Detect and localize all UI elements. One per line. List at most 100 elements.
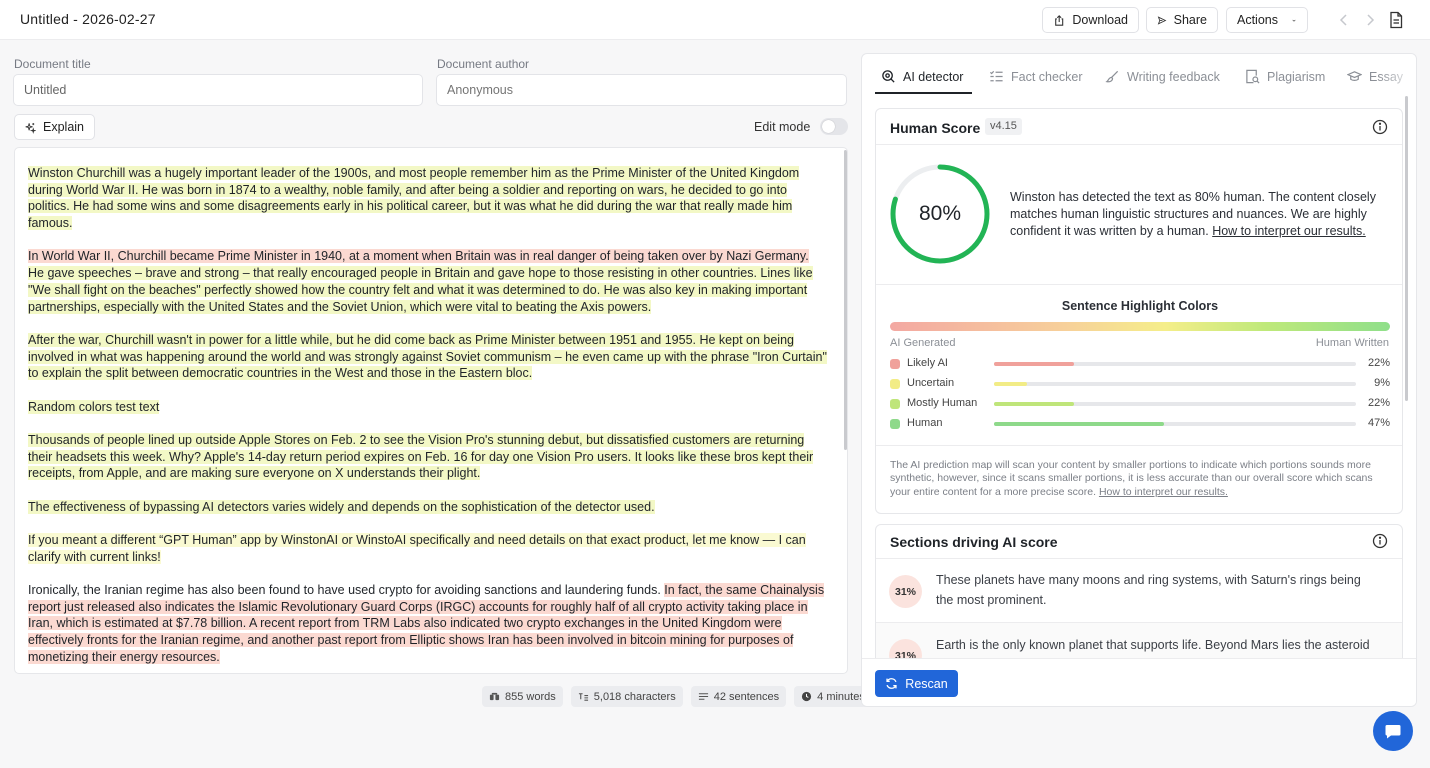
- legend-bar-track: [994, 402, 1356, 406]
- card-divider: [876, 445, 1402, 446]
- section-text: These planets have many moons and ring s…: [936, 573, 1361, 607]
- rescan-label: Rescan: [905, 676, 948, 691]
- uncertain-sentence[interactable]: If you meant a different “GPT Human” app…: [28, 532, 806, 564]
- legend-color-swatch: [890, 359, 900, 369]
- analysis-tabs: AI detector Fact checker Writing feedbac…: [862, 54, 1416, 96]
- chevron-left-icon[interactable]: [1337, 12, 1351, 28]
- document-icon[interactable]: [1388, 11, 1404, 29]
- section-item[interactable]: 31% These planets have many moons and ri…: [876, 559, 1402, 622]
- share-label: Share: [1173, 13, 1207, 27]
- info-icon[interactable]: [1372, 119, 1388, 135]
- document-search-icon: [1246, 69, 1260, 84]
- legend-bar-fill: [994, 382, 1027, 386]
- analysis-panel: AI detector Fact checker Writing feedbac…: [861, 53, 1417, 707]
- info-icon[interactable]: [1372, 533, 1388, 549]
- highlighted-sentence[interactable]: After the war, Churchill wasn't in power…: [28, 332, 827, 381]
- editor-paragraph[interactable]: Ironically, the Iranian regime has also …: [28, 582, 828, 666]
- chat-icon: [1385, 725, 1401, 739]
- download-icon: [1055, 14, 1064, 26]
- score-value: 80%: [918, 202, 962, 225]
- characters-icon: [578, 693, 588, 701]
- editor-paragraph[interactable]: If you meant a different “GPT Human” app…: [28, 532, 828, 565]
- active-tab-indicator: [875, 92, 972, 94]
- explain-button[interactable]: Explain: [14, 114, 95, 140]
- note-interpret-link[interactable]: How to interpret our results.: [1099, 486, 1228, 498]
- sentence-count-text: 42 sentences: [713, 690, 780, 703]
- highlighted-sentence[interactable]: Random colors test text: [28, 399, 160, 414]
- legend-percent: 47%: [1367, 417, 1390, 429]
- document-name[interactable]: Untitled - 2026-02-27: [20, 11, 156, 27]
- download-label: Download: [1072, 13, 1128, 27]
- send-icon: [1157, 15, 1167, 25]
- editor-paragraph[interactable]: In World War II, Churchill became Prime …: [28, 248, 828, 315]
- document-stats: 855 words 5,018 characters 42 sentences …: [482, 686, 872, 707]
- tab-writing-feedback-label: Writing feedback: [1127, 69, 1220, 84]
- legend-row: Likely AI 22%: [890, 357, 1390, 371]
- rescan-button[interactable]: Rescan: [875, 670, 958, 697]
- card-divider: [876, 144, 1402, 145]
- score-description: Winston has detected the text as 80% hum…: [1010, 189, 1380, 239]
- sparkle-icon: [25, 122, 36, 134]
- tabs-fade: [1378, 54, 1416, 96]
- human-score-title: Human Score: [890, 120, 981, 136]
- chat-support-button[interactable]: [1373, 711, 1413, 751]
- legend-bar-track: [994, 382, 1356, 386]
- title-label: Document title: [14, 57, 91, 71]
- chevron-right-icon[interactable]: [1363, 12, 1377, 28]
- editor-scrollbar[interactable]: [844, 150, 847, 450]
- panel-scrollbar[interactable]: [1405, 96, 1408, 401]
- actions-dropdown[interactable]: Actions: [1226, 7, 1308, 33]
- highlight-colors-title: Sentence Highlight Colors: [1061, 299, 1219, 313]
- title-input[interactable]: [13, 74, 423, 106]
- tab-ai-detector[interactable]: AI detector: [881, 69, 963, 84]
- edit-mode-toggle[interactable]: [820, 118, 848, 135]
- highlighted-sentence[interactable]: Thousands of people lined up outside App…: [28, 432, 814, 481]
- character-count-text: 5,018 characters: [593, 690, 676, 703]
- legend-row: Mostly Human 22%: [890, 397, 1390, 411]
- words-icon: [489, 692, 500, 701]
- editor-paragraph[interactable]: Random colors test text: [28, 399, 828, 416]
- editor-paragraph[interactable]: After the war, Churchill wasn't in power…: [28, 332, 828, 382]
- editor-paragraph[interactable]: Thousands of people lined up outside App…: [28, 432, 828, 482]
- version-badge: v4.15: [985, 118, 1022, 135]
- legend-bar-track: [994, 422, 1356, 426]
- interpret-results-link[interactable]: How to interpret our results.: [1212, 224, 1366, 238]
- author-input[interactable]: [436, 74, 847, 106]
- legend-percent: 9%: [1374, 377, 1390, 389]
- scan-search-icon: [882, 70, 895, 83]
- graduation-cap-icon: [1347, 71, 1362, 81]
- tab-ai-detector-label: AI detector: [903, 69, 964, 84]
- editor-paragraph[interactable]: Winston Churchill was a hugely important…: [28, 165, 828, 232]
- tab-plagiarism-label: Plagiarism: [1267, 69, 1326, 84]
- author-label: Document author: [437, 57, 530, 71]
- panel-footer: Rescan: [862, 658, 1416, 706]
- likely-ai-sentence[interactable]: In World War II, Churchill became Prime …: [28, 249, 809, 264]
- legend-label: Human: [907, 417, 943, 429]
- legend-label: Likely AI: [907, 357, 948, 369]
- tab-fact-checker[interactable]: Fact checker: [989, 69, 1083, 84]
- lines-icon: [698, 693, 708, 700]
- editor-paragraph[interactable]: The effectiveness of bypassing AI detect…: [28, 499, 828, 516]
- tab-fact-checker-label: Fact checker: [1011, 69, 1083, 84]
- legend-bar-fill: [994, 362, 1074, 366]
- refresh-icon: [886, 678, 897, 689]
- section-score-badge: 31%: [889, 575, 922, 608]
- highlighted-sentence[interactable]: Winston Churchill was a hugely important…: [28, 166, 800, 231]
- highlighted-sentence[interactable]: He gave speeches – brave and strong – th…: [28, 266, 813, 314]
- checklist-icon: [989, 70, 1003, 82]
- actions-label: Actions: [1237, 13, 1278, 27]
- highlighted-sentence[interactable]: Ironically, the Iranian regime has also …: [28, 583, 664, 597]
- legend-row: Uncertain 9%: [890, 377, 1390, 391]
- tab-plagiarism[interactable]: Plagiarism: [1245, 69, 1325, 84]
- document-editor[interactable]: Winston Churchill was a hugely important…: [14, 147, 848, 674]
- editor-content[interactable]: Winston Churchill was a hugely important…: [28, 165, 828, 673]
- download-button[interactable]: Download: [1042, 7, 1139, 33]
- brush-icon: [1105, 70, 1119, 83]
- word-count-text: 855 words: [505, 690, 556, 703]
- chevron-down-icon: [1292, 19, 1296, 22]
- reading-time-text: 4 minutes: [817, 690, 865, 703]
- highlighted-sentence[interactable]: The effectiveness of bypassing AI detect…: [28, 499, 655, 514]
- share-button[interactable]: Share: [1146, 7, 1218, 33]
- legend-percent: 22%: [1367, 357, 1390, 369]
- tab-writing-feedback[interactable]: Writing feedback: [1105, 69, 1220, 84]
